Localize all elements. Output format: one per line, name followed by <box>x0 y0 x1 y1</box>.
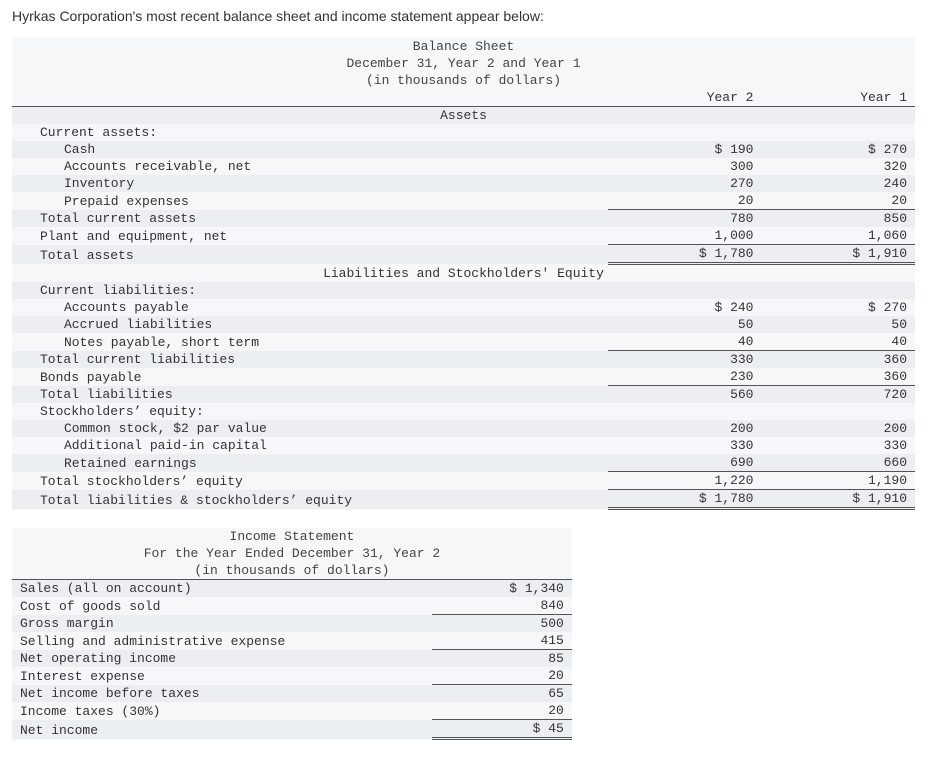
row-label: Total liabilities & stockholders’ equity <box>12 490 608 509</box>
assets-header: Assets <box>12 107 915 125</box>
row-value-y2: $ 1,780 <box>608 490 762 509</box>
row-value-y1: $ 1,910 <box>761 490 915 509</box>
row-label: Net income <box>12 720 432 739</box>
row-label: Cash <box>12 141 608 158</box>
row-label: Accounts payable <box>12 299 608 316</box>
row-label: Total stockholders’ equity <box>12 472 608 490</box>
current-assets-header: Current assets: <box>12 124 608 141</box>
row-value: $ 45 <box>432 720 572 739</box>
row-label: Accounts receivable, net <box>12 158 608 175</box>
row-value-y1: $ 270 <box>761 141 915 158</box>
row-label: Common stock, $2 par value <box>12 420 608 437</box>
row-value-y1: 330 <box>761 437 915 454</box>
bs-title-1: Balance Sheet <box>12 38 915 55</box>
row-value-y1: 20 <box>761 192 915 210</box>
row-label: Accrued liabilities <box>12 316 608 333</box>
row-value: 500 <box>432 615 572 633</box>
is-title-1: Income Statement <box>12 528 572 545</box>
row-label: Selling and administrative expense <box>12 632 432 650</box>
row-value-y1: 200 <box>761 420 915 437</box>
row-value-y1: 360 <box>761 368 915 386</box>
current-liab-header: Current liabilities: <box>12 282 608 299</box>
row-value: 20 <box>432 667 572 685</box>
row-value-y1: 720 <box>761 386 915 404</box>
row-value: 840 <box>432 597 572 615</box>
row-value-y2: 1,220 <box>608 472 762 490</box>
row-label: Total current liabilities <box>12 351 608 369</box>
col-year2: Year 2 <box>608 89 762 107</box>
row-value-y2: 230 <box>608 368 762 386</box>
row-label: Interest expense <box>12 667 432 685</box>
row-value: 415 <box>432 632 572 650</box>
row-value-y1: 40 <box>761 333 915 351</box>
row-value-y2: 690 <box>608 454 762 472</box>
row-value: 85 <box>432 650 572 668</box>
row-label: Net income before taxes <box>12 685 432 703</box>
row-label: Cost of goods sold <box>12 597 432 615</box>
liab-equity-header: Liabilities and Stockholders' Equity <box>12 264 915 283</box>
row-label: Gross margin <box>12 615 432 633</box>
row-label: Additional paid-in capital <box>12 437 608 454</box>
row-value: $ 1,340 <box>432 580 572 598</box>
row-value-y1: 50 <box>761 316 915 333</box>
row-label: Sales (all on account) <box>12 580 432 598</box>
row-value-y2: 330 <box>608 351 762 369</box>
row-value-y1: 240 <box>761 175 915 192</box>
row-value-y1: 660 <box>761 454 915 472</box>
row-value-y1: 360 <box>761 351 915 369</box>
row-value-y2: 560 <box>608 386 762 404</box>
row-value-y2: $ 240 <box>608 299 762 316</box>
row-value-y1: 1,060 <box>761 227 915 245</box>
row-label: Prepaid expenses <box>12 192 608 210</box>
row-label: Notes payable, short term <box>12 333 608 351</box>
bs-title-2: December 31, Year 2 and Year 1 <box>12 55 915 72</box>
income-statement-table: Income Statement For the Year Ended Dece… <box>12 528 572 740</box>
row-value-y2: 40 <box>608 333 762 351</box>
row-value: 20 <box>432 702 572 720</box>
row-value-y1: $ 270 <box>761 299 915 316</box>
row-label: Total current assets <box>12 210 608 228</box>
col-year1: Year 1 <box>761 89 915 107</box>
row-value-y2: $ 1,780 <box>608 245 762 264</box>
row-value-y1: 1,190 <box>761 472 915 490</box>
row-value-y2: 200 <box>608 420 762 437</box>
row-value-y2: 780 <box>608 210 762 228</box>
row-value-y2: 270 <box>608 175 762 192</box>
row-label: Retained earnings <box>12 454 608 472</box>
row-value-y2: 1,000 <box>608 227 762 245</box>
is-title-3: (in thousands of dollars) <box>12 562 572 580</box>
row-label: Net operating income <box>12 650 432 668</box>
row-label: Income taxes (30%) <box>12 702 432 720</box>
row-value-y2: 330 <box>608 437 762 454</box>
row-label: Inventory <box>12 175 608 192</box>
row-value-y2: 20 <box>608 192 762 210</box>
row-value: 65 <box>432 685 572 703</box>
row-label: Total liabilities <box>12 386 608 404</box>
is-title-2: For the Year Ended December 31, Year 2 <box>12 545 572 562</box>
intro-text: Hyrkas Corporation's most recent balance… <box>12 8 915 24</box>
stockholders-header: Stockholders’ equity: <box>12 403 608 420</box>
row-value-y2: 300 <box>608 158 762 175</box>
row-value-y1: $ 1,910 <box>761 245 915 264</box>
row-value-y1: 850 <box>761 210 915 228</box>
row-label: Bonds payable <box>12 368 608 386</box>
row-label: Total assets <box>12 245 608 264</box>
row-value-y2: $ 190 <box>608 141 762 158</box>
row-value-y1: 320 <box>761 158 915 175</box>
balance-sheet-table: Balance Sheet December 31, Year 2 and Ye… <box>12 38 915 510</box>
row-value-y2: 50 <box>608 316 762 333</box>
bs-title-3: (in thousands of dollars) <box>12 72 915 89</box>
row-label: Plant and equipment, net <box>12 227 608 245</box>
